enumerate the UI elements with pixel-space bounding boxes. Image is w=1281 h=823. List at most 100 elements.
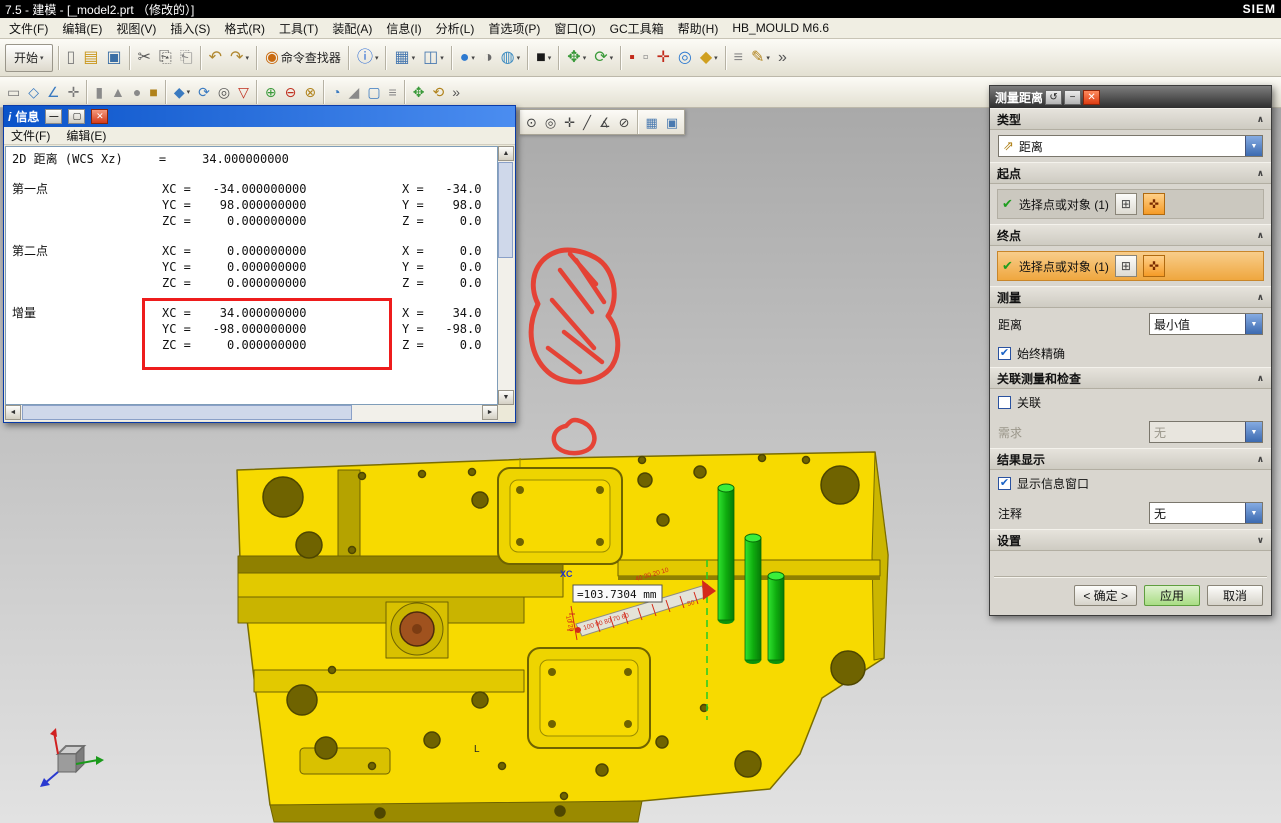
- edge-blend-icon[interactable]: ◔: [328, 80, 344, 105]
- wcs-triad[interactable]: [40, 728, 104, 787]
- menubar-item[interactable]: 编辑(E): [55, 18, 109, 39]
- point-button[interactable]: ✜: [1143, 193, 1165, 215]
- rendering-style-icon[interactable]: ◍ ▾: [497, 44, 524, 72]
- section-header-start-point[interactable]: 起点 ∧: [990, 162, 1271, 184]
- point-constructor-icon[interactable]: ✛: [652, 44, 673, 72]
- new-file-icon[interactable]: ▯: [63, 44, 80, 72]
- unite-icon[interactable]: ⊕: [261, 80, 281, 105]
- sphere-icon[interactable]: ●: [129, 80, 145, 105]
- open-file-icon[interactable]: ▤: [79, 44, 102, 72]
- menubar-item[interactable]: 视图(V): [109, 18, 163, 39]
- dropdown-arrow-icon[interactable]: ▼: [1245, 314, 1262, 334]
- measure-icon[interactable]: ≡: [730, 44, 747, 72]
- info-menu-edit[interactable]: 编辑(E): [66, 127, 106, 144]
- section-header-association[interactable]: 关联测量和检查 ∧: [990, 367, 1271, 389]
- chamfer-icon[interactable]: ◢: [345, 80, 364, 105]
- dropdown-arrow-icon[interactable]: ▼: [1245, 503, 1262, 523]
- point-icon[interactable]: ✛: [64, 80, 84, 105]
- shaded-display-icon[interactable]: ◑: [479, 44, 497, 72]
- info-dropdown-icon[interactable]: ⓘ ▾: [353, 44, 383, 72]
- menubar-item[interactable]: 信息(I): [379, 18, 428, 39]
- apply-button[interactable]: 应用: [1144, 585, 1200, 606]
- ok-button[interactable]: < 确定 >: [1074, 585, 1137, 606]
- scroll-down-button[interactable]: ▼: [498, 390, 514, 405]
- subtract-icon[interactable]: ⊖: [281, 80, 301, 105]
- menubar-item[interactable]: 插入(S): [163, 18, 217, 39]
- scroll-left-button[interactable]: ◄: [5, 405, 21, 420]
- move-face-icon[interactable]: ✥: [409, 80, 429, 105]
- move-object-icon[interactable]: ✥ ▾: [563, 44, 590, 72]
- section-header-results[interactable]: 结果显示 ∧: [990, 448, 1271, 470]
- distance-method-combo[interactable]: 最小值 ▼: [1149, 313, 1263, 335]
- redo-icon[interactable]: ↷ ▾: [226, 44, 253, 72]
- revolve-icon[interactable]: ⟳: [194, 80, 214, 105]
- snap-angle-icon[interactable]: ∡: [595, 111, 615, 133]
- orient-view-icon[interactable]: ● ▾: [456, 44, 479, 72]
- cone-icon[interactable]: ▲: [107, 80, 129, 105]
- menubar-item[interactable]: 格式(R): [217, 18, 272, 39]
- cut-icon[interactable]: ✂: [134, 44, 155, 72]
- view-orientation-icon[interactable]: ◆ ▾: [696, 44, 722, 72]
- point-dialog-button[interactable]: ⊞: [1115, 255, 1137, 277]
- thread-icon[interactable]: ≡: [385, 80, 401, 105]
- cancel-button[interactable]: 取消: [1207, 585, 1263, 606]
- undo-icon[interactable]: ↶: [205, 44, 226, 72]
- start-button[interactable]: 开始 ▾: [5, 44, 53, 72]
- datum-plane-icon[interactable]: ◇: [24, 80, 43, 105]
- intersect-icon[interactable]: ⊗: [300, 80, 320, 105]
- window-icon[interactable]: ▭: [3, 80, 24, 105]
- command-finder-icon[interactable]: ◉ 命令查找器: [261, 44, 345, 72]
- minimize-button[interactable]: —: [45, 109, 62, 124]
- type-combo[interactable]: ⇗ 距离 ▼: [998, 135, 1263, 157]
- funnel-icon[interactable]: ▽: [234, 80, 253, 105]
- snap-point-icon[interactable]: ⊙: [522, 111, 541, 133]
- scrollbar-thumb[interactable]: [22, 405, 352, 420]
- snap-center-icon[interactable]: ◎: [541, 111, 560, 133]
- association-checkbox[interactable]: ✔: [998, 396, 1011, 409]
- block-icon[interactable]: ■: [145, 80, 161, 105]
- menubar-item[interactable]: 工具(T): [272, 18, 325, 39]
- dialog-reset-button[interactable]: ↺: [1045, 90, 1062, 105]
- snap-line-icon[interactable]: ╱: [579, 111, 595, 133]
- menubar-item[interactable]: 帮助(H): [671, 18, 726, 39]
- section-header-type[interactable]: 类型 ∧: [990, 108, 1271, 130]
- dialog-minimize-button[interactable]: −: [1064, 90, 1081, 105]
- annotation-icon[interactable]: ✎ ▾: [747, 44, 774, 72]
- window-layout-icon[interactable]: ◫ ▾: [419, 44, 448, 72]
- overflow-chevron[interactable]: »: [448, 80, 464, 105]
- dropdown-arrow-icon[interactable]: ▼: [1245, 136, 1262, 156]
- point-dialog-button[interactable]: ⊞: [1115, 193, 1137, 215]
- hole-icon[interactable]: ◎: [214, 80, 234, 105]
- section-header-measure[interactable]: 测量 ∧: [990, 286, 1271, 308]
- horizontal-scrollbar[interactable]: ◄ ►: [5, 405, 498, 421]
- menubar-item[interactable]: GC工具箱: [603, 18, 671, 39]
- overflow-chevron[interactable]: »: [774, 44, 791, 72]
- scroll-right-button[interactable]: ►: [482, 405, 498, 420]
- part-navigator-icon[interactable]: ▦ ▾: [390, 44, 419, 72]
- point-button[interactable]: ✜: [1143, 255, 1165, 277]
- info-menu-file[interactable]: 文件(F): [11, 127, 50, 144]
- scroll-up-button[interactable]: ▲: [498, 146, 514, 161]
- start-point-selection-row[interactable]: ✔ 选择点或对象 (1) ⊞ ✜: [997, 189, 1264, 219]
- paste-icon[interactable]: ⎗: [176, 44, 197, 72]
- menubar-item[interactable]: 装配(A): [325, 18, 379, 39]
- end-point-selection-row[interactable]: ✔ 选择点或对象 (1) ⊞ ✜: [997, 251, 1264, 281]
- copy-icon[interactable]: ⎘: [155, 44, 176, 72]
- exact-checkbox[interactable]: ✔: [998, 347, 1011, 360]
- scrollbar-thumb[interactable]: [498, 162, 513, 258]
- shell-icon[interactable]: ▢: [363, 80, 384, 105]
- show-info-checkbox[interactable]: ✔: [998, 477, 1011, 490]
- restore-button[interactable]: ▢: [68, 109, 85, 124]
- snap-intersection-icon[interactable]: ✛: [560, 111, 579, 133]
- save-icon[interactable]: ▣: [102, 44, 125, 72]
- menubar-item[interactable]: HB_MOULD M6.6: [725, 19, 836, 37]
- extrude-icon[interactable]: ◆ ▾: [170, 80, 194, 105]
- menubar-item[interactable]: 窗口(O): [547, 18, 602, 39]
- sheet-icon[interactable]: ▫: [639, 44, 653, 72]
- annotation-combo[interactable]: 无 ▼: [1149, 502, 1263, 524]
- dialog-titlebar[interactable]: 测量距离 ↺ − ✕: [990, 86, 1271, 108]
- mold-plate-model[interactable]: L: [237, 452, 888, 822]
- grid-display-icon[interactable]: ▦: [642, 111, 662, 133]
- cylinder-icon[interactable]: ▮: [91, 80, 107, 105]
- dialog-close-button[interactable]: ✕: [1083, 90, 1100, 105]
